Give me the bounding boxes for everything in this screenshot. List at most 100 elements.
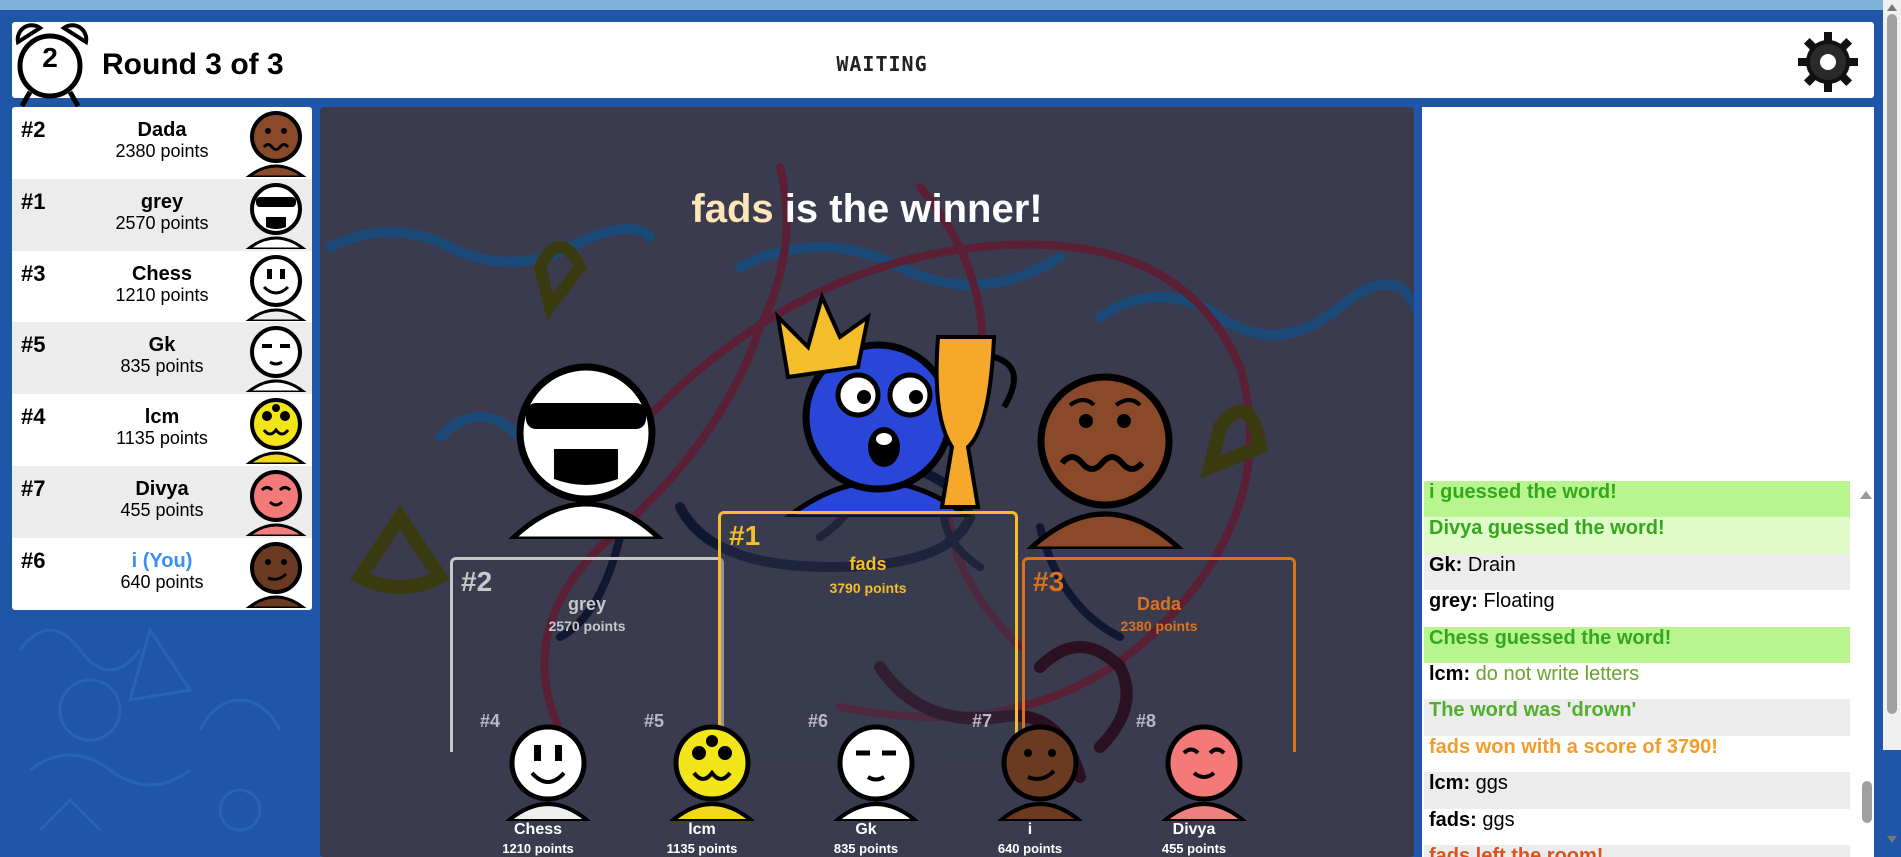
avatar (1160, 724, 1248, 821)
place-points: 455 points (1161, 841, 1227, 856)
place-points: 1210 points (502, 841, 574, 856)
player-name: Dada (137, 119, 187, 141)
podium-name: grey (567, 594, 607, 614)
gear-icon[interactable] (1796, 30, 1860, 94)
round-timer: 2 (42, 42, 58, 73)
player-points: 1210 points (115, 284, 209, 305)
player-row[interactable]: #7 Divya 455 points (12, 465, 312, 538)
chat-text: ggs (1476, 808, 1515, 831)
chat-panel[interactable]: i guessed the word! Divya guessed the wo… (1422, 107, 1874, 857)
chat-author: lcm: (1429, 772, 1471, 795)
game-header: 2 Round 3 of 3 WAITING (12, 22, 1874, 108)
avatar (245, 541, 307, 608)
chat-message: The word was 'drown' (1424, 699, 1850, 736)
player-row[interactable]: #5 Gk 835 points (12, 322, 312, 395)
chat-text: Drain (1462, 553, 1516, 576)
top-strip (0, 0, 1901, 10)
scroll-up-icon[interactable] (1860, 491, 1872, 499)
player-name: Gk (148, 334, 176, 357)
podium-avatar-third (1026, 373, 1184, 549)
player-rank: #5 (21, 332, 46, 358)
player-row[interactable]: #4 lcm 1135 points (12, 394, 312, 466)
player-rank: #6 (21, 547, 46, 573)
player-name: lcm (144, 406, 180, 429)
avatar (245, 254, 307, 321)
player-points: 2570 points (115, 212, 209, 233)
chat-message: fads won with a score of 3790! (1429, 735, 1718, 758)
chat-message: fads left the room! (1424, 844, 1850, 857)
avatar (996, 724, 1084, 821)
podium-avatar-second (508, 363, 664, 539)
chat-messages: i guessed the word! Divya guessed the wo… (1424, 481, 1850, 857)
winner-text: is the winner! (773, 187, 1043, 231)
place-points: 640 points (997, 841, 1063, 856)
podium-name: Dada (1136, 594, 1181, 614)
player-name: grey (140, 190, 184, 213)
drawing-canvas[interactable]: fads is the winner! #2 grey 2570 points … (320, 107, 1414, 857)
chat-message: fads: ggs (1424, 809, 1850, 845)
scroll-up-icon[interactable] (1887, 4, 1897, 11)
chat-text: do not write letters (1470, 662, 1640, 685)
player-row[interactable]: #2 Dada 2380 points (12, 107, 312, 179)
place-name: i (1027, 821, 1033, 838)
winner-banner: fads is the winner! (320, 187, 1414, 232)
chat-text: Floating (1477, 590, 1555, 613)
podium-points: 3790 points (829, 580, 907, 596)
chat-scroll-thumb[interactable] (1862, 781, 1872, 823)
avatar (668, 724, 756, 821)
place-name: Divya (1172, 821, 1216, 838)
player-rank: #3 (21, 260, 46, 286)
podium-points: 2380 points (1120, 618, 1198, 634)
player-list: #2 Dada 2380 points #1 grey 2570 points … (12, 107, 312, 610)
avatar (504, 724, 592, 821)
podium-name: fads (849, 554, 887, 574)
chat-message: Chess guessed the word! (1424, 626, 1850, 663)
player-points: 640 points (120, 571, 204, 592)
player-points: 455 points (120, 499, 204, 520)
chat-message: Divya guessed the word! (1424, 517, 1850, 554)
player-name: Chess (131, 262, 193, 285)
winner-name: fads (691, 187, 774, 231)
place-points: 1135 points (666, 841, 738, 856)
player-name: Divya (135, 477, 189, 500)
avatar (245, 398, 307, 465)
player-rank: #7 (21, 475, 46, 501)
player-row[interactable]: #3 Chess 1210 points (12, 251, 312, 323)
chat-message: i guessed the word! (1424, 481, 1850, 518)
chat-author: Gk: (1429, 553, 1463, 576)
place-name: Chess (513, 821, 563, 838)
chat-message: grey: Floating (1424, 590, 1850, 626)
page-scrollbar[interactable] (1883, 0, 1901, 843)
chat-message: lcm: ggs (1424, 772, 1850, 809)
player-points: 2380 points (115, 141, 209, 161)
podium-points: 2570 points (548, 618, 626, 634)
player-row[interactable]: #1 grey 2570 points (12, 178, 312, 251)
player-points: 1135 points (116, 428, 208, 449)
scroll-down-icon[interactable] (1887, 836, 1897, 843)
chat-author: fads: (1429, 808, 1477, 831)
place-name: lcm (688, 821, 716, 838)
player-rank: #2 (21, 117, 46, 142)
player-row[interactable]: #6 i (You) 640 points (12, 538, 312, 610)
avatar (245, 469, 307, 536)
page-scroll-thumb[interactable] (1887, 14, 1897, 714)
player-points: 835 points (120, 356, 204, 377)
player-rank: #1 (21, 188, 46, 214)
avatar (245, 111, 307, 177)
chat-scrollbar[interactable] (1858, 487, 1874, 857)
podium-rank: #1 (729, 520, 761, 551)
chat-message: Gk: Drain (1424, 553, 1850, 591)
podium-avatar-first (775, 291, 1017, 517)
chat-author: grey: (1429, 590, 1478, 613)
chat-message: lcm: do not write letters (1424, 663, 1850, 699)
round-indicator: Round 3 of 3 (102, 48, 284, 81)
place-name: Gk (855, 821, 877, 838)
chat-text: ggs (1470, 772, 1508, 795)
chat-author: lcm: (1429, 662, 1471, 685)
player-rank: #4 (21, 404, 46, 430)
player-name: i (You) (131, 549, 193, 572)
place-points: 835 points (833, 841, 899, 856)
avatar (245, 182, 307, 249)
avatar (245, 326, 307, 393)
game-status: WAITING (836, 52, 928, 76)
